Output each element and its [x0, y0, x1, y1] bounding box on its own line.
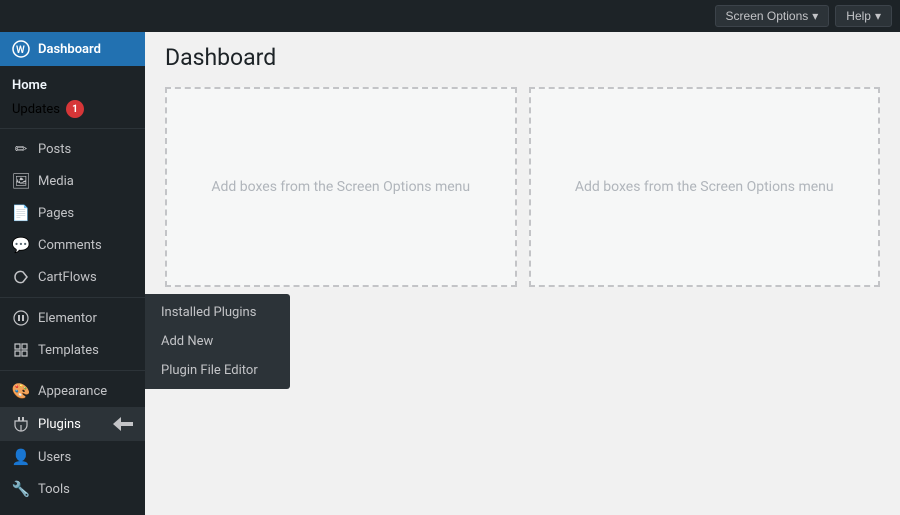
- sidebar-divider3: [0, 370, 145, 371]
- sidebar-item-comments[interactable]: 💬 Comments: [0, 229, 145, 261]
- comments-icon: 💬: [12, 236, 30, 254]
- submenu-installed-plugins[interactable]: Installed Plugins: [145, 298, 290, 327]
- chevron-down-icon: ▾: [875, 9, 881, 23]
- templates-icon: [12, 341, 30, 359]
- sidebar-divider2: [0, 297, 145, 298]
- sidebar-item-tools[interactable]: 🔧 Tools: [0, 473, 145, 505]
- sidebar-media-label: Media: [38, 174, 74, 189]
- main-layout: W Dashboard Home Updates 1 ✏ Posts 🖼 Med…: [0, 32, 900, 515]
- chevron-down-icon: ▾: [812, 9, 818, 23]
- plugins-icon: [12, 415, 30, 433]
- submenu-add-new[interactable]: Add New: [145, 327, 290, 356]
- sidebar-users-label: Users: [38, 450, 71, 465]
- sidebar-plugins-label: Plugins: [38, 417, 81, 432]
- sidebar-appearance-label: Appearance: [38, 384, 107, 399]
- sidebar-item-users[interactable]: 👤 Users: [0, 441, 145, 473]
- sidebar-item-templates[interactable]: Templates: [0, 334, 145, 366]
- sidebar-item-plugins[interactable]: Plugins: [0, 407, 145, 441]
- elementor-icon: [12, 309, 30, 327]
- dashboard-box-2: Add boxes from the Screen Options menu: [529, 87, 881, 287]
- dashboard-box-1-text: Add boxes from the Screen Options menu: [211, 179, 470, 195]
- sidebar-cartflows-label: CartFlows: [38, 270, 97, 285]
- sidebar-item-dashboard[interactable]: W Dashboard: [0, 32, 145, 66]
- sidebar-pages-label: Pages: [38, 206, 74, 221]
- dashboard-box-2-text: Add boxes from the Screen Options menu: [575, 179, 834, 195]
- sidebar-item-pages[interactable]: 📄 Pages: [0, 197, 145, 229]
- sidebar-home-label[interactable]: Home: [12, 74, 133, 97]
- sidebar-item-cartflows[interactable]: CartFlows: [0, 261, 145, 293]
- wordpress-icon: W: [12, 40, 30, 58]
- dashboard-label: Dashboard: [38, 42, 101, 57]
- updates-badge: 1: [66, 100, 84, 118]
- appearance-icon: 🎨: [12, 382, 30, 400]
- sidebar-divider: [0, 128, 145, 129]
- help-button[interactable]: Help ▾: [835, 5, 892, 27]
- sidebar-home-section: Home Updates 1: [0, 66, 145, 124]
- tools-icon: 🔧: [12, 480, 30, 498]
- dashboard-box-1: Add boxes from the Screen Options menu: [165, 87, 517, 287]
- submenu-plugin-file-editor[interactable]: Plugin File Editor: [145, 356, 290, 385]
- dashboard-grid: Add boxes from the Screen Options menu A…: [165, 87, 880, 287]
- sidebar-templates-label: Templates: [38, 343, 99, 358]
- arrow-left-icon: [113, 414, 133, 434]
- screen-options-button[interactable]: Screen Options ▾: [715, 5, 830, 27]
- sidebar: W Dashboard Home Updates 1 ✏ Posts 🖼 Med…: [0, 32, 145, 515]
- add-new-label: Add New: [161, 334, 213, 349]
- help-label: Help: [846, 9, 871, 23]
- sidebar-posts-label: Posts: [38, 142, 71, 157]
- cartflows-icon: [12, 268, 30, 286]
- media-icon: 🖼: [12, 172, 30, 190]
- plugins-submenu: Installed Plugins Add New Plugin File Ed…: [145, 294, 290, 389]
- sidebar-item-elementor[interactable]: Elementor: [0, 302, 145, 334]
- updates-label: Updates: [12, 102, 60, 117]
- sidebar-item-settings[interactable]: ⚙ Settings: [0, 505, 145, 515]
- plugin-file-editor-label: Plugin File Editor: [161, 363, 258, 378]
- top-bar: Screen Options ▾ Help ▾: [0, 0, 900, 32]
- main-content: Dashboard Add boxes from the Screen Opti…: [145, 32, 900, 515]
- screen-options-label: Screen Options: [726, 9, 809, 23]
- page-title: Dashboard: [165, 44, 880, 71]
- posts-icon: ✏: [12, 140, 30, 158]
- sidebar-elementor-label: Elementor: [38, 311, 97, 326]
- installed-plugins-label: Installed Plugins: [161, 305, 256, 320]
- sidebar-item-media[interactable]: 🖼 Media: [0, 165, 145, 197]
- users-icon: 👤: [12, 448, 30, 466]
- pages-icon: 📄: [12, 204, 30, 222]
- sidebar-item-posts[interactable]: ✏ Posts: [0, 133, 145, 165]
- sidebar-tools-label: Tools: [38, 482, 70, 497]
- sidebar-comments-label: Comments: [38, 238, 102, 253]
- svg-text:W: W: [16, 45, 25, 56]
- sidebar-updates[interactable]: Updates 1: [12, 97, 133, 124]
- sidebar-item-appearance[interactable]: 🎨 Appearance: [0, 375, 145, 407]
